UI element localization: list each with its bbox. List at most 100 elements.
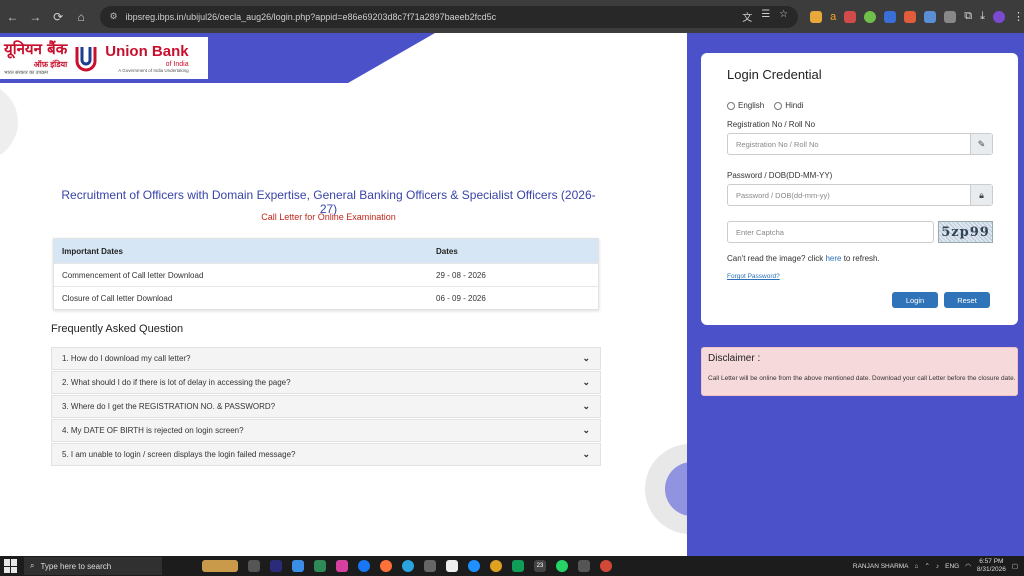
- telegram-icon[interactable]: [402, 560, 414, 572]
- home-icon[interactable]: ⌂: [71, 10, 92, 24]
- faq-accordion: 1. How do I download my call letter? ⌄ 2…: [51, 347, 601, 467]
- network-icon[interactable]: ⌂: [915, 563, 919, 570]
- chevron-down-icon[interactable]: ⌄: [582, 425, 590, 436]
- download-icon[interactable]: ⤓: [980, 10, 985, 23]
- profile-avatar-icon[interactable]: [992, 10, 1005, 23]
- captcha-refresh-link[interactable]: here: [825, 254, 841, 263]
- mail-icon[interactable]: [292, 560, 304, 572]
- site-info-icon[interactable]: ⚙: [110, 11, 118, 22]
- translate-icon[interactable]: 文: [742, 9, 752, 24]
- notification-icon[interactable]: ▢: [1012, 562, 1018, 570]
- disclaimer-title: Disclaimer :: [708, 353, 761, 364]
- english-label: English: [738, 101, 765, 110]
- left-panel: यूनियन बैंक ऑफ़ इंडिया भारत सरकार का उपक…: [0, 33, 687, 556]
- password-input[interactable]: [728, 185, 970, 205]
- chrome-active-icon[interactable]: [600, 560, 612, 572]
- windows-start-icon[interactable]: [4, 559, 18, 573]
- app-icon[interactable]: [424, 560, 436, 572]
- logo-hindi-name: यूनियन बैंक: [4, 39, 68, 58]
- app-icon[interactable]: [512, 560, 524, 572]
- faq-item[interactable]: 1. How do I download my call letter? ⌄: [51, 347, 601, 370]
- logo-hindi-tagline: भारत सरकार का उपक्रम: [4, 69, 49, 76]
- taskbar-clock[interactable]: 6:57 PM 8/31/2026: [977, 558, 1006, 574]
- back-icon[interactable]: ←: [2, 10, 23, 24]
- registration-input[interactable]: [728, 134, 970, 154]
- password-label: Password / DOB(DD-MM-YY): [727, 171, 833, 180]
- address-bar[interactable]: ⚙ ibpsreg.ibps.in/ubijul26/oecla_aug26/l…: [99, 5, 799, 28]
- app-icon[interactable]: [314, 560, 326, 572]
- login-card: Login Credential English Hindi Registrat…: [701, 53, 1018, 325]
- extension-icon[interactable]: [924, 10, 937, 23]
- table-header: Important Dates Dates: [54, 239, 598, 263]
- amazon-extension-icon[interactable]: a: [830, 11, 836, 23]
- taskbar-user[interactable]: RANJAN SHARMA: [853, 563, 909, 570]
- firefox-icon[interactable]: [380, 560, 392, 572]
- radio-icon[interactable]: [727, 101, 735, 110]
- app-icon[interactable]: [270, 560, 282, 572]
- union-bank-logo[interactable]: यूनियन बैंक ऑफ़ इंडिया भारत सरकार का उपक…: [0, 37, 208, 79]
- extension-icon[interactable]: [884, 10, 897, 23]
- facebook-icon[interactable]: [358, 560, 370, 572]
- faq-item[interactable]: 2. What should I do if there is lot of d…: [51, 371, 601, 394]
- task-view-icon[interactable]: [248, 560, 260, 572]
- pencil-icon: ✎: [970, 134, 992, 154]
- chevron-down-icon[interactable]: ⌄: [582, 401, 590, 412]
- extensions-puzzle-icon[interactable]: ⧉: [964, 10, 972, 23]
- volume-icon[interactable]: ♪: [936, 563, 939, 570]
- disclaimer-box: Disclaimer : Call Letter will be online …: [701, 347, 1018, 396]
- chevron-down-icon[interactable]: ⌄: [582, 353, 590, 364]
- table-cell-date: 29 - 08 - 2026: [436, 270, 486, 280]
- reload-icon[interactable]: ⟳: [48, 10, 69, 24]
- chrome-icon[interactable]: [490, 560, 502, 572]
- capcut-icon[interactable]: [446, 560, 458, 572]
- chevron-up-icon[interactable]: ⌃: [924, 562, 929, 570]
- captcha-refresh-text: Can't read the image? click here to refr…: [727, 254, 880, 263]
- logo-english-name: Union Bank: [105, 43, 189, 60]
- chevron-down-icon[interactable]: ⌄: [582, 449, 590, 460]
- app-badge-icon[interactable]: 23: [534, 560, 546, 572]
- chevron-down-icon[interactable]: ⌄: [582, 377, 590, 388]
- decorative-circle: [645, 444, 687, 534]
- login-button[interactable]: Login: [892, 292, 938, 308]
- extension-icon[interactable]: [944, 10, 957, 23]
- table-cell-event: Closure of Call letter Download: [62, 293, 173, 303]
- news-widget-icon[interactable]: [202, 560, 238, 572]
- search-icon: ⌕: [30, 561, 35, 570]
- radio-icon[interactable]: [774, 101, 783, 110]
- refresh-suffix: to refresh.: [841, 254, 880, 263]
- refresh-prefix: Can't read the image? click: [727, 254, 826, 263]
- faq-item[interactable]: 3. Where do I get the REGISTRATION NO. &…: [51, 395, 601, 418]
- extension-icon[interactable]: [904, 10, 917, 23]
- whatsapp-icon[interactable]: [556, 560, 568, 572]
- taskbar-lang[interactable]: ENG: [945, 563, 959, 570]
- faq-item[interactable]: 5. I am unable to login / screen display…: [51, 443, 601, 466]
- faq-item[interactable]: 4. My DATE OF BIRTH is rejected on login…: [51, 419, 601, 442]
- logo-hindi-sub: ऑफ़ इंडिया: [33, 59, 68, 69]
- table-row: Closure of Call letter Download 06 - 09 …: [54, 286, 598, 309]
- taskbar-apps: 23: [202, 560, 612, 572]
- instagram-icon[interactable]: [336, 560, 348, 572]
- taskbar-search-placeholder: Type here to search: [40, 561, 112, 571]
- extension-icon[interactable]: [810, 10, 823, 23]
- edge-icon[interactable]: [468, 560, 480, 572]
- captcha-input[interactable]: [728, 222, 933, 242]
- extension-icon[interactable]: [864, 10, 877, 23]
- bookmark-star-icon[interactable]: ☆: [779, 9, 788, 24]
- decorative-circle-inner: [665, 462, 687, 516]
- app-icon[interactable]: [578, 560, 590, 572]
- reset-button[interactable]: Reset: [944, 292, 990, 308]
- logo-english-sub: of India: [165, 61, 189, 68]
- menu-dots-icon[interactable]: ⋮: [1013, 10, 1024, 23]
- forward-icon[interactable]: →: [25, 10, 46, 24]
- wifi-icon[interactable]: ◠: [965, 562, 971, 570]
- hindi-radio[interactable]: Hindi: [774, 101, 803, 110]
- english-radio[interactable]: English: [727, 101, 764, 110]
- forgot-password-link[interactable]: Forgot Password?: [727, 273, 780, 280]
- reader-icon[interactable]: ☰: [761, 9, 770, 24]
- faq-question: 5. I am unable to login / screen display…: [62, 450, 296, 459]
- extension-icon[interactable]: [844, 10, 857, 23]
- table-cell-date: 06 - 09 - 2026: [436, 293, 486, 303]
- taskbar-search[interactable]: ⌕ Type here to search: [24, 557, 162, 575]
- table-cell-event: Commencement of Call letter Download: [62, 270, 204, 280]
- union-bank-mark-icon: [75, 47, 97, 72]
